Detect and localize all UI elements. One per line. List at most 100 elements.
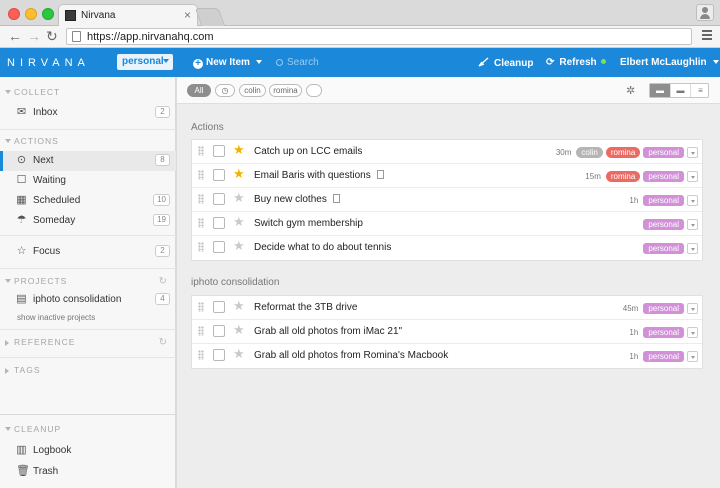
task-menu-chevron-icon[interactable]	[687, 242, 698, 254]
task-row[interactable]: ★ Email Baris with questions 15m romina pers…	[192, 164, 702, 188]
section-header-tags[interactable]: TAGS	[0, 365, 176, 379]
sidebar-item-logbook[interactable]: ▥ Logbook	[0, 441, 176, 461]
task-menu-chevron-icon[interactable]	[687, 302, 698, 314]
task-row[interactable]: ★ Grab all old photos from Romina's Macbo…	[192, 344, 702, 368]
drag-handle-icon[interactable]	[198, 146, 204, 156]
sidebar-item-next[interactable]: ⊙ Next 8	[0, 151, 176, 171]
section-header-projects[interactable]: PROJECTS ↻	[0, 276, 176, 290]
section-header-collect[interactable]: COLLECT	[0, 87, 176, 101]
tab-close-icon[interactable]: ×	[184, 8, 191, 22]
section-header-reference[interactable]: REFERENCE ↻	[0, 337, 176, 351]
forward-arrow-icon[interactable]: →	[27, 28, 41, 44]
show-inactive-projects-link[interactable]: show inactive projects	[17, 313, 95, 322]
task-title[interactable]: Decide what to do about tennis	[254, 242, 391, 253]
task-title[interactable]: Email Baris with questions	[254, 170, 384, 181]
browser-menu-icon[interactable]	[702, 30, 712, 42]
star-icon[interactable]: ★	[233, 143, 245, 157]
cleanup-button[interactable]: Cleanup	[478, 57, 533, 69]
drag-handle-icon[interactable]	[198, 326, 204, 336]
task-menu-chevron-icon[interactable]	[687, 194, 698, 206]
tag-colin[interactable]: colin	[576, 146, 603, 158]
new-item-button[interactable]: + New Item	[193, 57, 262, 69]
star-icon[interactable]: ★	[233, 191, 245, 205]
sidebar-item-waiting[interactable]: ☐ Waiting	[0, 171, 176, 191]
task-checkbox[interactable]	[213, 193, 225, 205]
sidebar-item-someday[interactable]: ☂ Someday 19	[0, 211, 176, 231]
task-checkbox[interactable]	[213, 145, 225, 157]
drag-handle-icon[interactable]	[198, 218, 204, 228]
sync-icon[interactable]: ↻	[159, 276, 168, 287]
task-row[interactable]: ★ Reformat the 3TB drive 45m personal	[192, 296, 702, 320]
tag-personal[interactable]: personal	[643, 350, 684, 362]
filter-all[interactable]: All	[187, 84, 211, 97]
task-title[interactable]: Buy new clothes	[254, 194, 340, 205]
star-icon[interactable]: ★	[233, 239, 245, 253]
task-row[interactable]: ★ Buy new clothes 1h personal	[192, 188, 702, 212]
task-title[interactable]: Grab all old photos from Romina's Macboo…	[254, 350, 448, 361]
reload-icon[interactable]: ↻	[46, 28, 58, 45]
context-select[interactable]: personal	[117, 54, 173, 70]
task-title[interactable]: Switch gym membership	[254, 218, 363, 229]
drag-handle-icon[interactable]	[198, 302, 204, 312]
drag-handle-icon[interactable]	[198, 350, 204, 360]
settings-gear-icon[interactable]: ✲	[626, 84, 635, 97]
filter-time[interactable]: ◷	[215, 84, 235, 97]
task-row[interactable]: ★ Decide what to do about tennis personal	[192, 236, 702, 260]
task-menu-chevron-icon[interactable]	[687, 350, 698, 362]
search-input[interactable]: Search	[276, 57, 319, 68]
profile-button[interactable]	[696, 4, 714, 21]
browser-tab[interactable]: Nirvana ×	[58, 4, 198, 26]
task-checkbox[interactable]	[213, 217, 225, 229]
star-icon[interactable]: ★	[233, 347, 245, 361]
minimize-window-button[interactable]	[25, 8, 37, 20]
url-input[interactable]: https://app.nirvanahq.com	[66, 28, 692, 45]
tag-personal[interactable]: personal	[643, 194, 684, 206]
sidebar-item-focus[interactable]: ☆ Focus 2	[0, 242, 176, 262]
task-row[interactable]: ★ Switch gym membership personal	[192, 212, 702, 236]
filter-colin[interactable]: colin	[239, 84, 266, 97]
task-checkbox[interactable]	[213, 325, 225, 337]
task-title[interactable]: Grab all old photos from iMac 21"	[254, 326, 402, 337]
tag-personal[interactable]: personal	[643, 242, 684, 254]
tag-personal[interactable]: personal	[643, 170, 684, 182]
sidebar-item-inbox[interactable]: ✉ Inbox 2	[0, 103, 176, 123]
drag-handle-icon[interactable]	[198, 194, 204, 204]
star-icon[interactable]: ★	[233, 323, 245, 337]
tag-romina[interactable]: romina	[605, 170, 641, 182]
task-checkbox[interactable]	[213, 301, 225, 313]
sidebar-item-scheduled[interactable]: ▦ Scheduled 10	[0, 191, 176, 211]
drag-handle-icon[interactable]	[198, 170, 204, 180]
view-compact-icon[interactable]: ▬	[670, 84, 690, 97]
task-checkbox[interactable]	[213, 169, 225, 181]
task-menu-chevron-icon[interactable]	[687, 146, 698, 158]
close-window-button[interactable]	[8, 8, 20, 20]
star-icon[interactable]: ★	[233, 167, 245, 181]
tag-personal[interactable]: personal	[643, 146, 684, 158]
drag-handle-icon[interactable]	[198, 242, 204, 252]
section-header-cleanup[interactable]: CLEANUP	[0, 424, 176, 438]
sidebar-item-project[interactable]: ▤ iphoto consolidation 4	[0, 290, 176, 310]
new-tab-button[interactable]	[194, 8, 226, 26]
task-title[interactable]: Catch up on LCC emails	[254, 146, 362, 157]
task-row[interactable]: ★ Catch up on LCC emails 30m colin romina per…	[192, 140, 702, 164]
task-row[interactable]: ★ Grab all old photos from iMac 21" 1h pers…	[192, 320, 702, 344]
star-icon[interactable]: ★	[233, 299, 245, 313]
view-detail-icon[interactable]: ≡	[690, 84, 710, 97]
sidebar-item-trash[interactable]: 🗑 Trash	[0, 462, 176, 482]
filter-romina[interactable]: romina	[269, 84, 302, 97]
tag-personal[interactable]: personal	[643, 302, 684, 314]
back-arrow-icon[interactable]: ←	[8, 28, 22, 44]
task-title[interactable]: Reformat the 3TB drive	[254, 302, 357, 313]
tag-personal[interactable]: personal	[643, 326, 684, 338]
user-menu[interactable]: Elbert McLaughlin	[620, 57, 719, 68]
section-header-actions[interactable]: ACTIONS	[0, 136, 176, 150]
view-list-icon[interactable]: ▬	[650, 84, 670, 97]
task-menu-chevron-icon[interactable]	[687, 170, 698, 182]
task-checkbox[interactable]	[213, 241, 225, 253]
star-icon[interactable]: ★	[233, 215, 245, 229]
zoom-window-button[interactable]	[42, 8, 54, 20]
refresh-button[interactable]: ⟳ Refresh	[546, 57, 606, 68]
task-checkbox[interactable]	[213, 349, 225, 361]
filter-energy[interactable]	[306, 84, 322, 97]
tag-personal[interactable]: personal	[643, 218, 684, 230]
